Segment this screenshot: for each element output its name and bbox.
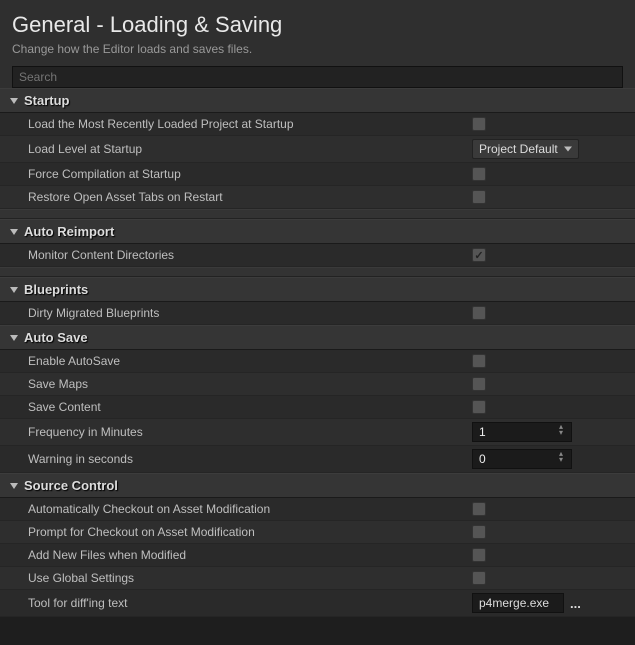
row-load-level: Load Level at Startup Project Default <box>0 136 635 163</box>
checkbox-global[interactable] <box>472 571 486 585</box>
section-header-auto-reimport[interactable]: Auto Reimport <box>0 219 635 244</box>
label: Load Level at Startup <box>0 138 466 160</box>
browse-button[interactable]: ... <box>568 596 583 611</box>
row-load-recent: Load the Most Recently Loaded Project at… <box>0 113 635 136</box>
row-monitor: Monitor Content Directories <box>0 244 635 267</box>
row-global: Use Global Settings <box>0 567 635 590</box>
value: 0 <box>479 452 486 466</box>
label: Enable AutoSave <box>0 350 466 372</box>
section-source-control: Source Control Automatically Checkout on… <box>0 473 635 617</box>
label: Load the Most Recently Loaded Project at… <box>0 113 466 135</box>
checkbox-enable-autosave[interactable] <box>472 354 486 368</box>
section-blueprints: Blueprints Dirty Migrated Blueprints <box>0 277 635 325</box>
chevron-down-icon <box>10 98 18 104</box>
section-header-auto-save[interactable]: Auto Save <box>0 325 635 350</box>
input-warning[interactable]: 0▴▾ <box>472 449 572 469</box>
row-save-content: Save Content <box>0 396 635 419</box>
page-subtitle: Change how the Editor loads and saves fi… <box>12 42 623 56</box>
label: Monitor Content Directories <box>0 244 466 266</box>
checkbox-prompt-checkout[interactable] <box>472 525 486 539</box>
chevron-down-icon <box>10 483 18 489</box>
row-force-compile: Force Compilation at Startup <box>0 163 635 186</box>
settings-panel: General - Loading & Saving Change how th… <box>0 0 635 88</box>
checkbox-auto-checkout[interactable] <box>472 502 486 516</box>
row-restore-tabs: Restore Open Asset Tabs on Restart <box>0 186 635 209</box>
row-dirty: Dirty Migrated Blueprints <box>0 302 635 325</box>
dropdown-load-level[interactable]: Project Default <box>472 139 579 159</box>
section-header-startup[interactable]: Startup <box>0 88 635 113</box>
row-prompt-checkout: Prompt for Checkout on Asset Modificatio… <box>0 521 635 544</box>
checkbox-dirty[interactable] <box>472 306 486 320</box>
label: Tool for diff'ing text <box>0 592 466 614</box>
section-title: Auto Save <box>24 330 88 345</box>
label: Automatically Checkout on Asset Modifica… <box>0 498 466 520</box>
section-auto-reimport: Auto Reimport Monitor Content Directorie… <box>0 219 635 267</box>
row-diff-tool: Tool for diff'ing text p4merge.exe ... <box>0 590 635 617</box>
checkbox-save-maps[interactable] <box>472 377 486 391</box>
section-header-source-control[interactable]: Source Control <box>0 473 635 498</box>
checkbox-monitor[interactable] <box>472 248 486 262</box>
label: Add New Files when Modified <box>0 544 466 566</box>
label: Save Maps <box>0 373 466 395</box>
section-title: Startup <box>24 93 70 108</box>
chevron-down-icon <box>10 335 18 341</box>
search-input[interactable] <box>12 66 623 88</box>
input-diff-tool[interactable]: p4merge.exe <box>472 593 564 613</box>
value: 1 <box>479 425 486 439</box>
row-add-new: Add New Files when Modified <box>0 544 635 567</box>
chevron-down-icon <box>10 229 18 235</box>
label: Frequency in Minutes <box>0 421 466 443</box>
checkbox-save-content[interactable] <box>472 400 486 414</box>
section-title: Auto Reimport <box>24 224 114 239</box>
spin-down-icon[interactable]: ▾ <box>559 430 569 436</box>
checkbox-add-new[interactable] <box>472 548 486 562</box>
label: Force Compilation at Startup <box>0 163 466 185</box>
input-frequency[interactable]: 1▴▾ <box>472 422 572 442</box>
label: Restore Open Asset Tabs on Restart <box>0 186 466 208</box>
row-auto-checkout: Automatically Checkout on Asset Modifica… <box>0 498 635 521</box>
section-header-blueprints[interactable]: Blueprints <box>0 277 635 302</box>
row-warning: Warning in seconds 0▴▾ <box>0 446 635 473</box>
label: Use Global Settings <box>0 567 466 589</box>
chevron-down-icon <box>10 287 18 293</box>
row-frequency: Frequency in Minutes 1▴▾ <box>0 419 635 446</box>
checkbox-force-compile[interactable] <box>472 167 486 181</box>
section-startup: Startup Load the Most Recently Loaded Pr… <box>0 88 635 209</box>
label: Save Content <box>0 396 466 418</box>
label: Dirty Migrated Blueprints <box>0 302 466 324</box>
section-title: Blueprints <box>24 282 88 297</box>
row-enable-autosave: Enable AutoSave <box>0 350 635 373</box>
section-title: Source Control <box>24 478 118 493</box>
spin-down-icon[interactable]: ▾ <box>559 457 569 463</box>
label: Warning in seconds <box>0 448 466 470</box>
checkbox-load-recent[interactable] <box>472 117 486 131</box>
section-auto-save: Auto Save Enable AutoSave Save Maps Save… <box>0 325 635 473</box>
checkbox-restore-tabs[interactable] <box>472 190 486 204</box>
row-save-maps: Save Maps <box>0 373 635 396</box>
label: Prompt for Checkout on Asset Modificatio… <box>0 521 466 543</box>
page-title: General - Loading & Saving <box>12 12 623 38</box>
